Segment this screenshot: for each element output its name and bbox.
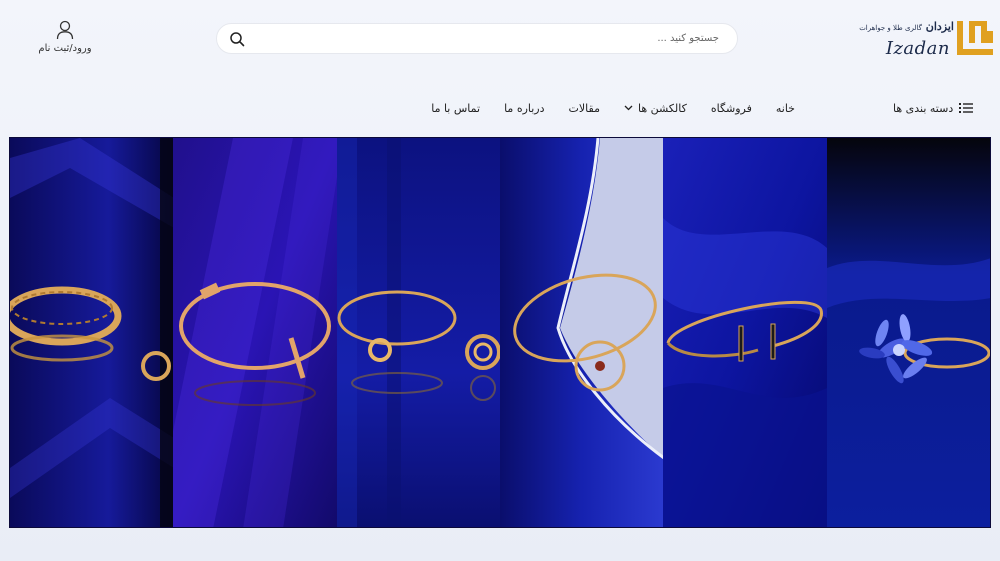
search-bar <box>216 23 738 54</box>
search-input[interactable] <box>257 24 719 53</box>
site-header: ورود/ثبت نام ایزدان گالری طلا و جواهرات … <box>0 0 1000 80</box>
main-nav: خانه فروشگاه کالکشن ها مقالات درباره ما … <box>395 96 795 120</box>
list-icon <box>959 103 974 113</box>
nav-item-home[interactable]: خانه <box>776 102 795 115</box>
banner-panel-flower-ring[interactable] <box>826 138 990 527</box>
search-icon[interactable] <box>229 31 245 47</box>
nav-item-label: کالکشن ها <box>637 101 687 115</box>
banner-panel-knot-bracelet[interactable] <box>336 138 501 527</box>
nav-item-collections[interactable]: کالکشن ها <box>624 102 687 115</box>
nav-item-label: فروشگاه <box>710 101 752 115</box>
logo-mark-icon <box>957 21 993 55</box>
banner-panel-bar-cuff[interactable] <box>663 138 827 527</box>
nav-item-label: مقالات <box>568 101 600 115</box>
nav-item-label: تماس با ما <box>431 101 481 115</box>
brand-name-en: Izadan <box>885 38 950 59</box>
nav-item-about[interactable]: درباره ما <box>504 102 544 115</box>
banner-panel-bangle[interactable] <box>10 138 174 527</box>
chevron-down-icon <box>624 105 633 111</box>
hero-banner[interactable] <box>9 137 991 528</box>
nav-item-articles[interactable]: مقالات <box>569 102 600 115</box>
categories-label: دسته بندی ها <box>893 101 954 115</box>
banner-panel-circle-cuff[interactable] <box>500 138 664 527</box>
banner-panel-nail-bracelet[interactable] <box>173 138 337 527</box>
user-icon <box>56 20 74 40</box>
account-link[interactable]: ورود/ثبت نام <box>30 20 100 54</box>
nav-item-shop[interactable]: فروشگاه <box>711 102 752 115</box>
nav-item-label: درباره ما <box>504 101 545 115</box>
brand-logo[interactable]: ایزدان گالری طلا و جواهرات Izadan <box>859 14 994 66</box>
nav-item-label: خانه <box>775 101 795 115</box>
account-label: ورود/ثبت نام <box>38 43 92 54</box>
nav-item-contact[interactable]: تماس با ما <box>431 102 480 115</box>
brand-name-fa: ایزدان گالری طلا و جواهرات <box>859 20 954 33</box>
categories-menu[interactable]: دسته بندی ها <box>893 96 974 120</box>
